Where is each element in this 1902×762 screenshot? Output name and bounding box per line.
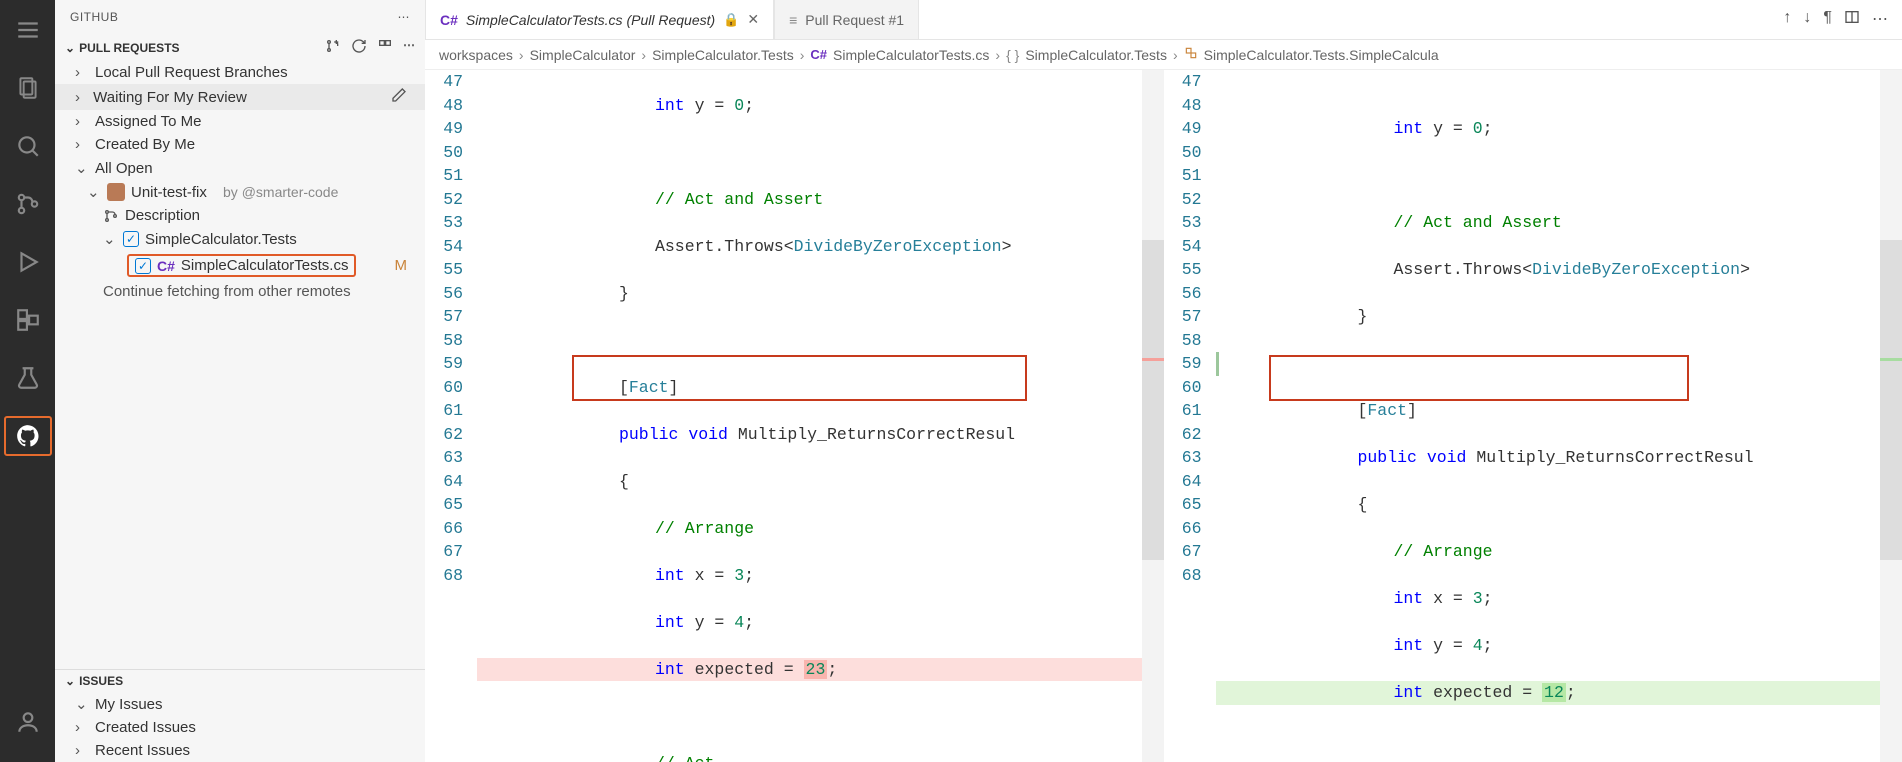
csharp-icon: C#: [810, 47, 827, 62]
refresh-icon[interactable]: [351, 38, 367, 57]
checkbox-icon[interactable]: ✓: [123, 231, 139, 247]
checkbox-icon[interactable]: ✓: [135, 258, 151, 274]
github-icon[interactable]: [4, 416, 52, 456]
tree-all-open[interactable]: ⌄All Open: [55, 156, 425, 180]
sidebar-more-icon[interactable]: ⋯: [398, 10, 411, 24]
breadcrumb[interactable]: workspaces› SimpleCalculator› SimpleCalc…: [425, 40, 1902, 70]
tab-actions: ↑ ↓ ¶ ⋯: [1783, 9, 1902, 30]
file-icon: ≡: [789, 12, 797, 28]
editor-area: C# SimpleCalculatorTests.cs (Pull Reques…: [425, 0, 1902, 762]
tree-pr-item[interactable]: ⌄Unit-test-fix by @smarter-code: [55, 180, 425, 204]
lock-icon: 🔒: [723, 12, 739, 28]
arrow-up-icon[interactable]: ↑: [1783, 9, 1791, 30]
pr-tree: ›Local Pull Request Branches › Waiting F…: [55, 61, 425, 669]
more-icon[interactable]: ⋯: [1872, 9, 1888, 30]
tree-project[interactable]: ⌄✓SimpleCalculator.Tests: [55, 227, 425, 251]
code-right: int y = 0; // Act and Assert Assert.Thro…: [1216, 70, 1902, 762]
csharp-icon: C#: [157, 258, 175, 274]
sidebar-title: GITHUB: [70, 10, 118, 24]
fetch-message[interactable]: Continue fetching from other remotes: [55, 280, 425, 303]
tab-inactive[interactable]: ≡ Pull Request #1: [774, 0, 919, 39]
testing-icon[interactable]: [4, 358, 52, 398]
sidebar: GITHUB ⋯ ⌄PULL REQUESTS ⋯ ›Local Pull Re…: [55, 0, 425, 762]
search-icon[interactable]: [4, 126, 52, 166]
tree-local-branches[interactable]: ›Local Pull Request Branches: [55, 61, 425, 84]
tree-waiting-review[interactable]: › Waiting For My Review: [55, 84, 425, 110]
minimap-right[interactable]: [1880, 70, 1902, 762]
extensions-icon[interactable]: [4, 300, 52, 340]
explorer-icon[interactable]: [4, 68, 52, 108]
tree-assigned[interactable]: ›Assigned To Me: [55, 110, 425, 133]
issues-panel: ⌄ISSUES ⌄My Issues ›Created Issues ›Rece…: [55, 669, 425, 762]
tree-file[interactable]: ✓C#SimpleCalculatorTests.cs M: [55, 251, 425, 280]
namespace-icon: { }: [1006, 47, 1019, 63]
avatar: [107, 183, 125, 201]
sidebar-title-row: GITHUB ⋯: [55, 0, 425, 34]
minimap-left[interactable]: [1142, 70, 1164, 762]
activity-bar: [0, 0, 55, 762]
tree-created-issues[interactable]: ›Created Issues: [55, 716, 425, 739]
edit-icon[interactable]: [391, 87, 407, 107]
run-debug-icon[interactable]: [4, 242, 52, 282]
create-pr-icon[interactable]: [325, 38, 341, 57]
menu-icon[interactable]: [4, 10, 52, 50]
tab-bar: C# SimpleCalculatorTests.cs (Pull Reques…: [425, 0, 1902, 40]
split-icon[interactable]: [1844, 9, 1860, 30]
tree-description[interactable]: Description: [55, 204, 425, 227]
tree-created[interactable]: ›Created By Me: [55, 133, 425, 156]
diff-modified[interactable]: 4748495051525354555657585960616263646566…: [1164, 70, 1902, 762]
diff-view: 4748495051525354555657585960616263646566…: [425, 70, 1902, 762]
collapse-icon[interactable]: [377, 38, 393, 57]
class-icon: [1184, 46, 1198, 63]
panel-more-icon[interactable]: ⋯: [403, 38, 415, 57]
arrow-down-icon[interactable]: ↓: [1803, 9, 1811, 30]
gutter-left: 4748495051525354555657585960616263646566…: [425, 70, 477, 762]
close-icon[interactable]: ✕: [747, 11, 759, 28]
issues-header[interactable]: ⌄ISSUES: [55, 670, 425, 692]
source-control-icon[interactable]: [4, 184, 52, 224]
code-left: int y = 0; // Act and Assert Assert.Thro…: [477, 70, 1164, 762]
csharp-icon: C#: [440, 12, 458, 28]
tree-recent-issues[interactable]: ›Recent Issues: [55, 739, 425, 762]
pull-requests-header[interactable]: ⌄PULL REQUESTS ⋯: [55, 34, 425, 61]
modified-badge: M: [395, 257, 408, 274]
tree-my-issues[interactable]: ⌄My Issues: [55, 692, 425, 716]
diff-original[interactable]: 4748495051525354555657585960616263646566…: [425, 70, 1164, 762]
gutter-right: 4748495051525354555657585960616263646566…: [1164, 70, 1216, 762]
whitespace-icon[interactable]: ¶: [1823, 9, 1832, 30]
tab-active[interactable]: C# SimpleCalculatorTests.cs (Pull Reques…: [425, 0, 774, 39]
accounts-icon[interactable]: [4, 702, 52, 742]
